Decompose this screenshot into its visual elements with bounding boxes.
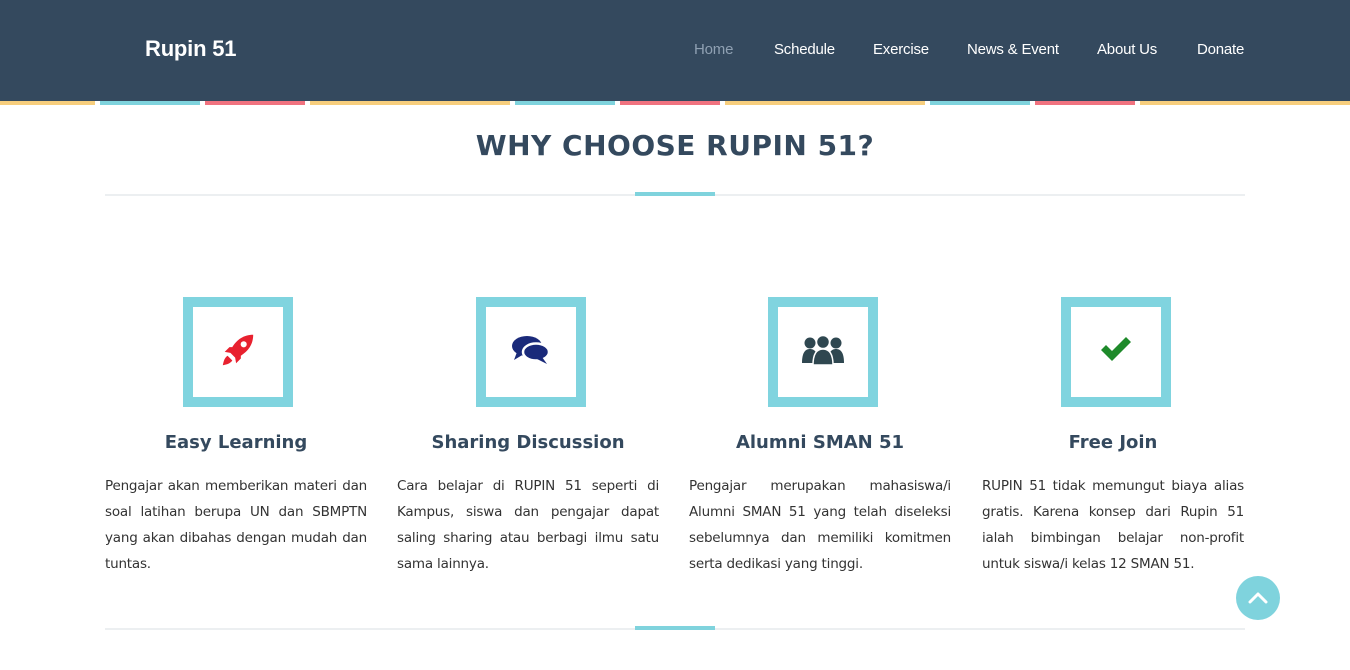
stripe-segment <box>725 101 925 105</box>
check-icon <box>1098 335 1134 369</box>
stripe-segment <box>1140 101 1350 105</box>
feature-title: Sharing Discussion <box>431 432 625 453</box>
section-divider-accent <box>635 192 715 196</box>
bottom-divider-accent <box>635 626 715 630</box>
feature-icon-box <box>1061 297 1171 407</box>
rocket-icon <box>219 331 257 373</box>
nav-donate[interactable]: Donate <box>1197 41 1244 58</box>
nav-home[interactable]: Home <box>694 41 733 58</box>
stripe-segment <box>515 101 615 105</box>
nav-schedule[interactable]: Schedule <box>774 41 835 58</box>
feature-title: Free Join <box>1068 432 1158 453</box>
comments-icon <box>511 333 551 371</box>
scroll-to-top-button[interactable] <box>1236 576 1280 620</box>
feature-description: Cara belajar di RUPIN 51 seperti di Kamp… <box>397 478 659 572</box>
stripe-segment <box>1035 101 1135 105</box>
stripe-segment <box>0 101 95 105</box>
stripe-segment <box>310 101 510 105</box>
feature-title: Alumni SMAN 51 <box>735 432 905 453</box>
group-icon <box>801 333 845 371</box>
stripe-segment <box>930 101 1030 105</box>
feature-description: RUPIN 51 tidak memungut biaya alias grat… <box>982 478 1244 572</box>
section-title: WHY CHOOSE RUPIN 51? <box>475 129 875 162</box>
feature-description: Pengajar merupakan mahasiswa/i Alumni SM… <box>689 478 951 572</box>
nav-exercise[interactable]: Exercise <box>873 41 929 58</box>
nav-about-us[interactable]: About Us <box>1097 41 1157 58</box>
stripe-segment <box>100 101 200 105</box>
nav-news-event[interactable]: News & Event <box>967 41 1059 58</box>
main-nav: Home Schedule Exercise News & Event Abou… <box>0 41 1350 61</box>
stripe-segment <box>620 101 720 105</box>
feature-title: Easy Learning <box>164 432 308 453</box>
chevron-up-icon <box>1248 589 1268 608</box>
top-navbar: Rupin 51 Home Schedule Exercise News & E… <box>0 0 1350 101</box>
stripe-segment <box>205 101 305 105</box>
feature-icon-box <box>476 297 586 407</box>
feature-description: Pengajar akan memberikan materi dan soal… <box>105 478 367 572</box>
feature-icon-box <box>183 297 293 407</box>
feature-icon-box <box>768 297 878 407</box>
color-stripe-bar <box>0 101 1350 105</box>
